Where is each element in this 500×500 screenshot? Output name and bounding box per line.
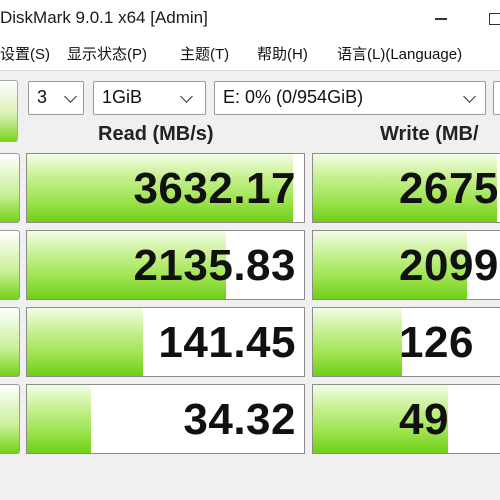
read-value: 34.32 xyxy=(183,395,296,444)
test-size-value: 1GiB xyxy=(102,87,143,107)
drive-select[interactable]: E: 0% (0/954GiB) xyxy=(214,81,486,115)
chevron-down-icon xyxy=(64,90,77,103)
write-result-row-1: 2675 xyxy=(312,153,500,223)
write-result-row-2: 2099 xyxy=(312,230,500,300)
write-value: 2099 xyxy=(399,241,499,290)
write-level-bar xyxy=(313,308,403,376)
read-result-row-3: 141.45 xyxy=(26,307,305,377)
read-level-bar xyxy=(27,385,91,453)
read-value: 141.45 xyxy=(158,318,296,367)
test-button-row-2[interactable] xyxy=(0,230,20,300)
minimize-button[interactable] xyxy=(418,0,464,38)
all-test-button[interactable] xyxy=(0,80,18,142)
maximize-icon xyxy=(489,13,500,25)
write-value: 49 xyxy=(399,395,449,444)
read-result-row-2: 2135.83 xyxy=(26,230,305,300)
test-button-row-3[interactable] xyxy=(0,307,20,377)
menu-bar: 设置(S) 显示状态(P) 主题(T) 帮助(H) 语言(L)(Language… xyxy=(0,38,500,68)
write-value: 126 xyxy=(399,318,474,367)
read-value: 3632.17 xyxy=(133,164,296,213)
test-count-select[interactable]: 3 xyxy=(28,81,84,115)
menu-settings[interactable]: 设置(S) xyxy=(0,43,50,64)
menu-theme[interactable]: 主题(T) xyxy=(180,43,229,64)
read-value: 2135.83 xyxy=(133,241,296,290)
minimize-icon xyxy=(435,18,447,20)
title-bar: DiskMark 9.0.1 x64 [Admin] xyxy=(0,0,500,38)
window-title: DiskMark 9.0.1 x64 [Admin] xyxy=(0,8,208,27)
maximize-button[interactable] xyxy=(472,0,500,38)
read-header: Read (MB/s) xyxy=(98,123,214,145)
test-button-row-1[interactable] xyxy=(0,153,20,223)
test-size-select[interactable]: 1GiB xyxy=(93,81,206,115)
test-button-row-4[interactable] xyxy=(0,384,20,454)
write-result-row-3: 126 xyxy=(312,307,500,377)
menu-display[interactable]: 显示状态(P) xyxy=(67,43,147,64)
write-value: 2675 xyxy=(399,164,499,213)
menu-language[interactable]: 语言(L)(Language) xyxy=(337,43,462,64)
read-level-bar xyxy=(27,308,144,376)
write-header: Write (MB/ xyxy=(380,123,479,145)
write-result-row-4: 49 xyxy=(312,384,500,454)
test-count-value: 3 xyxy=(37,87,48,107)
chevron-down-icon xyxy=(463,90,476,103)
drive-value: E: 0% (0/954GiB) xyxy=(223,87,364,107)
menu-help[interactable]: 帮助(H) xyxy=(257,43,308,64)
chevron-down-icon xyxy=(180,90,193,103)
read-result-row-1: 3632.17 xyxy=(26,153,305,223)
unit-select[interactable] xyxy=(493,81,500,115)
read-result-row-4: 34.32 xyxy=(26,384,305,454)
